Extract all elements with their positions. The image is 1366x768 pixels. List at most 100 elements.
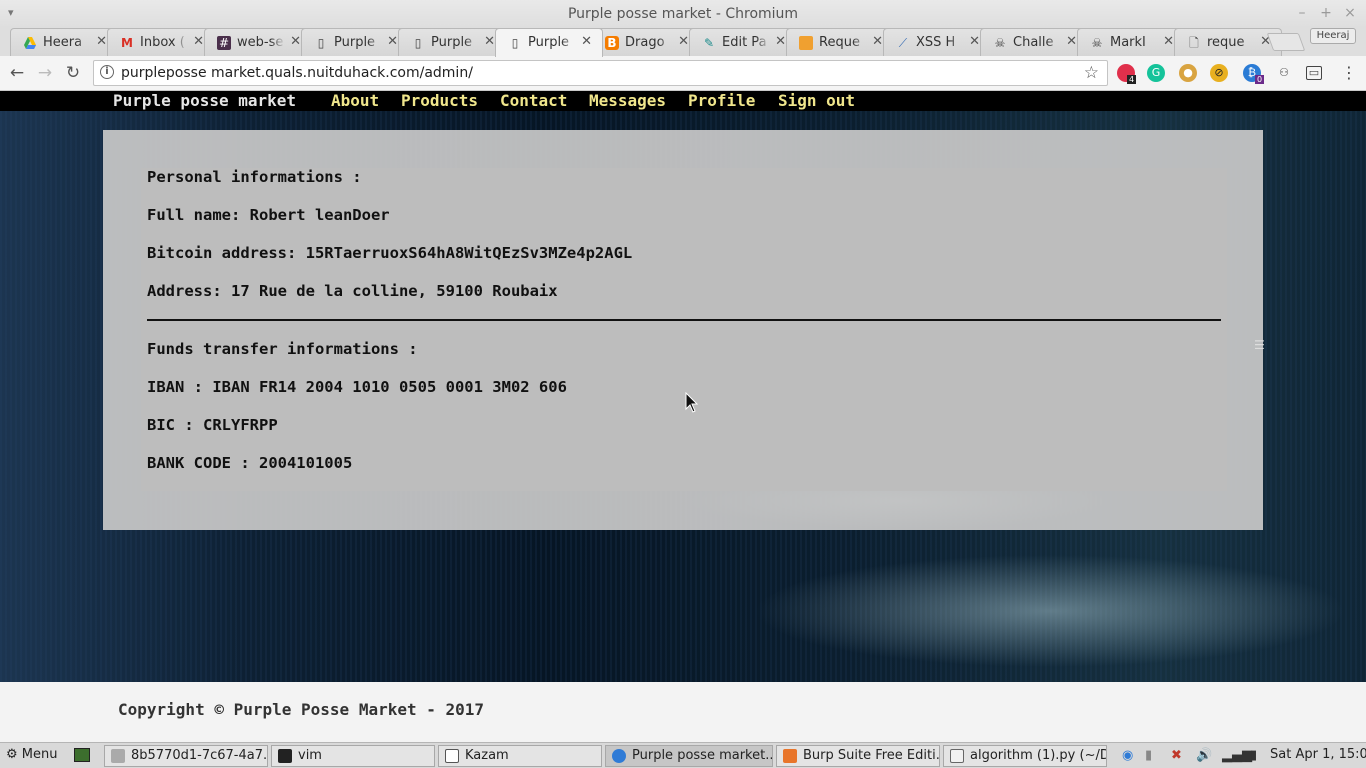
tab-label: Purple xyxy=(528,35,570,50)
chromium-tray-icon[interactable]: ◉ xyxy=(1122,748,1133,763)
tab[interactable]: Reque ✕ xyxy=(786,28,894,56)
taskbar-item[interactable]: Burp Suite Free Editi... xyxy=(776,745,940,767)
tab-close-icon[interactable]: ✕ xyxy=(96,34,107,49)
nav-signout-link[interactable]: Sign out xyxy=(778,91,855,110)
tab[interactable]: 🗋 reque ✕ xyxy=(1174,28,1282,56)
window-icon xyxy=(445,749,459,763)
editor-icon xyxy=(950,749,964,763)
blogger-icon: B xyxy=(605,36,619,50)
browser-toolbar: ← → ↻ i purpleposse market.quals.nuitduh… xyxy=(0,56,1366,91)
page-icon: ▯ xyxy=(317,36,325,50)
show-desktop-icon[interactable] xyxy=(74,748,90,762)
tab-label: Challe xyxy=(1013,35,1054,50)
section-divider xyxy=(147,319,1221,321)
reload-icon[interactable]: ↻ xyxy=(62,62,84,84)
signal-icon[interactable]: ▂▄▆ xyxy=(1222,748,1252,763)
tab-close-icon[interactable]: ✕ xyxy=(290,34,301,49)
bitcoin-address-text: Bitcoin address: 15RTaerruoxS64hA8WitQEz… xyxy=(147,244,633,262)
nav-products-link[interactable]: Products xyxy=(401,91,478,110)
slack-icon: # xyxy=(217,36,231,50)
orange-square-icon xyxy=(799,36,813,50)
tab-label: Drago xyxy=(625,35,665,50)
new-tab-button[interactable] xyxy=(1266,33,1306,51)
tab[interactable]: B Drago ✕ xyxy=(592,28,700,56)
tab[interactable]: M Inbox ( ✕ xyxy=(107,28,215,56)
taskbar-item[interactable]: algorithm (1).py (~/D... xyxy=(943,745,1107,767)
tab[interactable]: ✎ Edit Pa ✕ xyxy=(689,28,797,56)
bookmark-star-icon[interactable]: ☆ xyxy=(1084,63,1099,83)
info-icon[interactable]: i xyxy=(100,65,114,79)
nav-messages-link[interactable]: Messages xyxy=(589,91,666,110)
profile-button[interactable]: Heeraj xyxy=(1310,28,1356,44)
nav-contact-link[interactable]: Contact xyxy=(500,91,567,110)
tab-close-icon[interactable]: ✕ xyxy=(969,34,980,49)
camera-icon[interactable]: ▮ xyxy=(1145,748,1152,763)
forward-arrow-icon[interactable]: → xyxy=(34,62,56,84)
tab-label: Inbox ( xyxy=(140,35,185,50)
tab-close-icon[interactable]: ✕ xyxy=(678,34,689,49)
taskbar-item-label: Kazam xyxy=(465,748,509,763)
nav-profile-link[interactable]: Profile xyxy=(688,91,755,110)
no-network-icon[interactable]: ✖ xyxy=(1171,748,1182,763)
tab[interactable]: ☠ Challe ✕ xyxy=(980,28,1088,56)
tab[interactable]: ▯ Purple ✕ xyxy=(301,28,409,56)
os-taskbar: ⚙ Menu 8b5770d1-7c67-4a7... vim Kazam Pu… xyxy=(0,742,1366,768)
taskbar-item[interactable]: vim xyxy=(271,745,435,767)
back-arrow-icon[interactable]: ← xyxy=(6,62,28,84)
tab[interactable]: # web-se ✕ xyxy=(204,28,312,56)
tab[interactable]: ☠ MarkI ✕ xyxy=(1077,28,1185,56)
page-icon: ▯ xyxy=(511,36,519,50)
burp-icon xyxy=(783,749,797,763)
tab[interactable]: ▯ Purple ✕ xyxy=(398,28,506,56)
maximize-icon[interactable]: + xyxy=(1318,5,1334,21)
file-icon: 🗋 xyxy=(1189,36,1199,50)
battery-icon[interactable]: ▮ xyxy=(1250,748,1257,763)
tab-label: Reque xyxy=(819,35,860,50)
tab-label: Heera xyxy=(43,35,83,50)
tab-close-icon[interactable]: ✕ xyxy=(1066,34,1077,49)
clock[interactable]: Sat Apr 1, 15:06 xyxy=(1270,747,1366,762)
tab-label: XSS H xyxy=(916,35,956,50)
taskbar-item-active[interactable]: Purple posse market... xyxy=(605,745,773,767)
admin-panel: Personal informations : Full name: Rober… xyxy=(103,130,1263,530)
site-brand-link[interactable]: Purple posse market xyxy=(113,91,296,110)
page-icon: ▯ xyxy=(414,36,422,50)
bic-text: BIC : CRLYFRPP xyxy=(147,416,278,434)
chromium-icon xyxy=(612,749,626,763)
tab-label: MarkI xyxy=(1110,35,1146,50)
grammarly-icon[interactable]: G xyxy=(1147,64,1165,82)
close-window-icon[interactable]: × xyxy=(1342,5,1358,21)
tab-close-icon[interactable]: ✕ xyxy=(484,34,495,49)
skull-icon: ☠ xyxy=(1091,36,1103,50)
cookie-icon[interactable]: ● xyxy=(1179,64,1197,82)
nav-about-link[interactable]: About xyxy=(331,91,379,110)
tab-close-icon[interactable]: ✕ xyxy=(387,34,398,49)
start-menu-button[interactable]: ⚙ Menu xyxy=(6,747,58,762)
cast-icon[interactable]: ⚇ xyxy=(1275,64,1293,82)
full-name-text: Full name: Robert leanDoer xyxy=(147,206,390,224)
tab-close-icon[interactable]: ✕ xyxy=(775,34,786,49)
postal-address-text: Address: 17 Rue de la colline, 59100 Rou… xyxy=(147,282,558,300)
volume-icon[interactable]: 🔊 xyxy=(1196,748,1212,763)
google-drive-icon xyxy=(23,36,37,50)
chrome-menu-icon[interactable]: ⋮ xyxy=(1340,64,1358,82)
address-bar[interactable]: i purpleposse market.quals.nuitduhack.co… xyxy=(93,60,1108,86)
tab[interactable]: Heera ✕ xyxy=(10,28,118,56)
minimize-icon[interactable]: – xyxy=(1294,5,1310,21)
taskbar-item-label: vim xyxy=(298,748,322,763)
tab-close-icon[interactable]: ✕ xyxy=(581,34,592,49)
url-text[interactable]: purpleposse market.quals.nuitduhack.com/… xyxy=(121,65,473,81)
tab-close-icon[interactable]: ✕ xyxy=(1163,34,1174,49)
tab-label: Purple xyxy=(431,35,473,50)
tab-active[interactable]: ▯ Purple ✕ xyxy=(495,28,603,57)
taskbar-item[interactable]: 8b5770d1-7c67-4a7... xyxy=(104,745,268,767)
taskbar-item[interactable]: Kazam xyxy=(438,745,602,767)
grip-icon: ☰ xyxy=(1254,338,1265,352)
no-entry-icon[interactable]: ⊘ xyxy=(1210,64,1228,82)
tab-close-icon[interactable]: ✕ xyxy=(193,34,204,49)
personal-heading: Personal informations : xyxy=(147,168,362,186)
tab-label: web-se xyxy=(237,35,284,50)
tab[interactable]: ⟋ XSS H ✕ xyxy=(883,28,991,56)
screen-icon[interactable]: ▭ xyxy=(1306,66,1322,80)
tab-close-icon[interactable]: ✕ xyxy=(872,34,883,49)
